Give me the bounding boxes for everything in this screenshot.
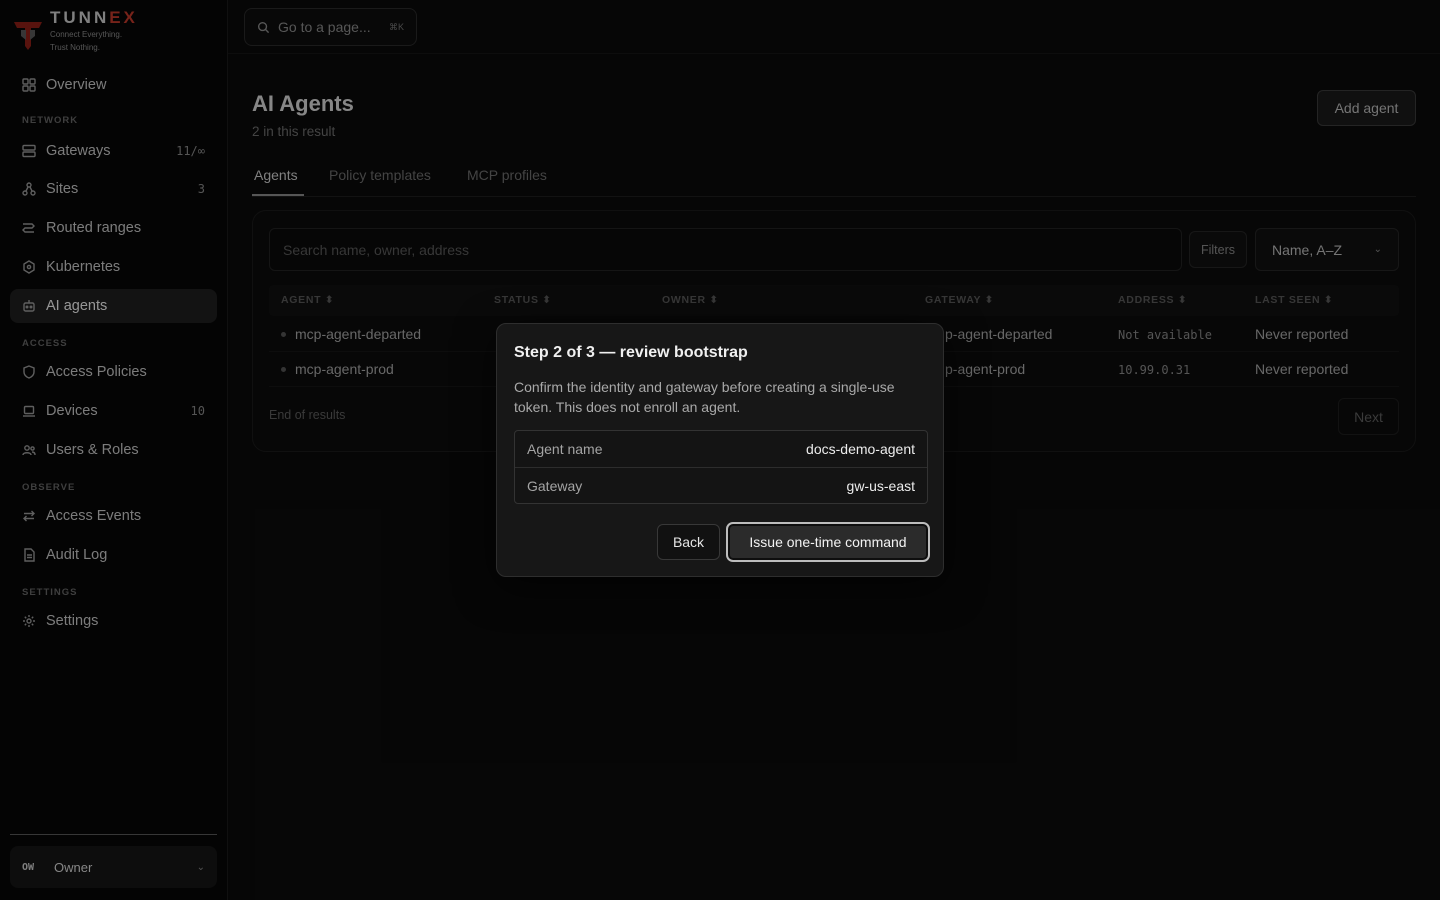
dialog-description: Confirm the identity and gateway before … — [514, 379, 895, 415]
summary-row-gateway: Gateway gw-us-east — [515, 467, 927, 503]
summary-key: Gateway — [527, 477, 583, 494]
dialog-title: Step 2 of 3 — review bootstrap — [514, 344, 748, 361]
summary-key: Agent name — [527, 441, 603, 457]
summary-value: gw-us-east — [846, 477, 915, 494]
issue-command-button[interactable]: Issue one-time command — [726, 522, 930, 562]
back-button[interactable]: Back — [657, 524, 720, 560]
summary-value: docs-demo-agent — [806, 441, 915, 457]
summary-row-agent-name: Agent name docs-demo-agent — [515, 431, 927, 467]
review-summary: Agent name docs-demo-agent Gateway gw-us… — [514, 430, 928, 504]
bootstrap-dialog: Step 2 of 3 — review bootstrap Confirm t… — [496, 323, 944, 577]
